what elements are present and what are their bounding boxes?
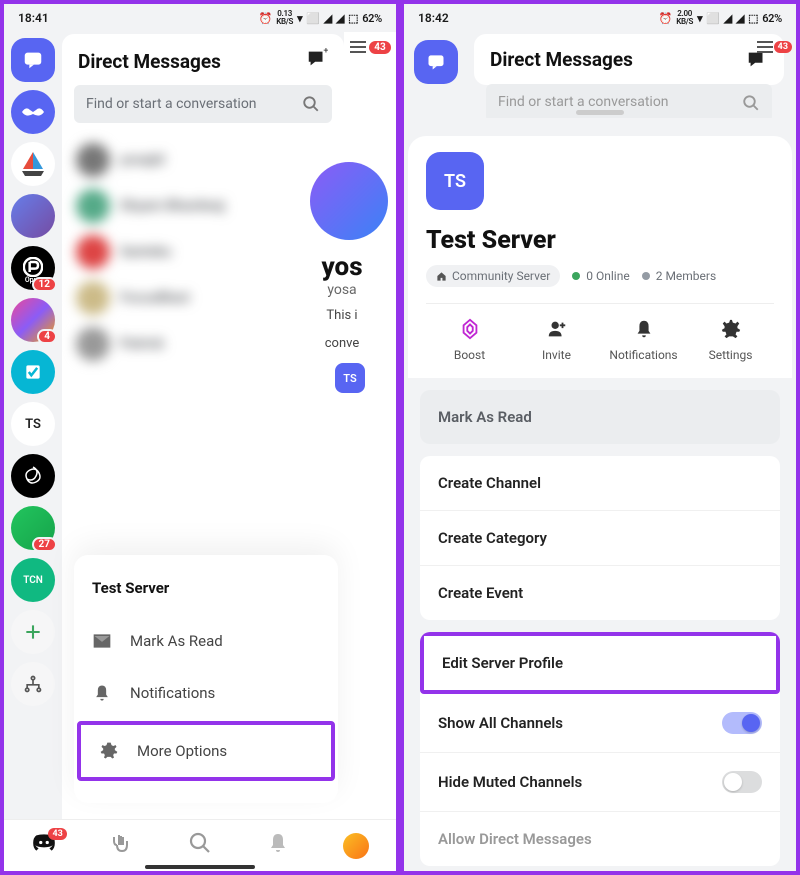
new-message-icon: + xyxy=(306,48,328,70)
clock: 18:42 xyxy=(418,11,449,25)
home-icon xyxy=(436,271,447,282)
search-icon xyxy=(742,94,760,112)
bell-icon xyxy=(266,831,290,855)
bottom-tab-bar: 43 xyxy=(4,819,396,871)
server-icon-ts[interactable]: TS xyxy=(11,402,55,446)
hierarchy-icon xyxy=(23,674,43,694)
server-icon-opus[interactable]: Opus 12 xyxy=(11,246,55,290)
status-icons: ⏰ 0.13KB/S ▾ ⬜ ◢ ◢ ⬚ 62% xyxy=(259,10,382,26)
chat-icon xyxy=(22,49,44,71)
unread-badge: 12 xyxy=(32,277,57,292)
menu-icon xyxy=(349,40,367,54)
bg-search: Find or start a conversation xyxy=(486,84,772,122)
check-icon xyxy=(23,362,43,382)
tab-friends[interactable] xyxy=(110,831,134,860)
server-icon[interactable]: 4 xyxy=(11,298,55,342)
community-tag: Community Server xyxy=(426,265,560,287)
bg-dm-tab xyxy=(414,40,458,84)
invite-button[interactable]: Invite xyxy=(513,304,600,378)
server-icon[interactable]: 27 xyxy=(11,506,55,550)
server-icon[interactable] xyxy=(11,90,55,134)
menu-edit-server-profile[interactable]: Edit Server Profile xyxy=(424,636,776,690)
server-context-menu: Test Server Mark As Read Notifications M… xyxy=(74,555,338,803)
menu-button[interactable]: 43 xyxy=(349,40,390,54)
server-icon[interactable] xyxy=(11,454,55,498)
toggle-show-all[interactable] xyxy=(722,712,762,734)
avatar xyxy=(343,833,369,859)
tab-notifications[interactable] xyxy=(266,831,290,860)
status-icons: ⏰ 2.00KB/S ▾⬜◢◢⬚ 62% xyxy=(659,10,782,26)
lte-icon: ⬜ xyxy=(306,12,319,25)
settings-button[interactable]: Settings xyxy=(687,304,774,378)
server-icon: TS xyxy=(426,152,484,210)
bg-dm-header: Direct Messages xyxy=(474,34,784,85)
menu-create-category[interactable]: Create Category xyxy=(420,510,780,565)
hub-button[interactable] xyxy=(11,662,55,706)
home-indicator xyxy=(145,865,255,869)
dm-list-blurred: yosajid Shyam Bhardwaj Santoku FocusBlas… xyxy=(62,133,344,371)
battery-percent: 62% xyxy=(362,12,382,25)
signal-icon: ◢ xyxy=(336,12,344,25)
p-icon xyxy=(23,257,43,277)
server-icon[interactable] xyxy=(11,350,55,394)
dm-title: Direct Messages xyxy=(78,50,221,73)
menu-show-all-channels[interactable]: Show All Channels xyxy=(420,694,780,752)
add-server-button[interactable] xyxy=(11,610,55,654)
boost-button[interactable]: Boost xyxy=(426,304,513,378)
server-icon[interactable] xyxy=(11,194,55,238)
sheet-handle[interactable] xyxy=(576,110,624,115)
search-icon xyxy=(188,831,212,855)
chat-icon xyxy=(426,52,446,72)
server-settings-sheet: TS Test Server Community Server 0 Online… xyxy=(408,118,792,867)
envelope-icon xyxy=(92,631,112,651)
menu-allow-dm[interactable]: Allow Direct Messages xyxy=(420,811,780,866)
peek-panel: 43 yos yosa This i conve TS xyxy=(344,32,396,819)
toggle-hide-muted[interactable] xyxy=(722,771,762,793)
action-row: Boost Invite Notifications Settings xyxy=(426,303,774,378)
menu-create-channel[interactable]: Create Channel xyxy=(420,456,780,510)
context-title: Test Server xyxy=(74,567,338,615)
new-dm-button[interactable]: + xyxy=(306,48,328,75)
server-rail: Opus 12 4 TS 27 TCN xyxy=(4,32,62,819)
knot-icon xyxy=(21,464,45,488)
invite-icon xyxy=(546,318,568,340)
unread-badge: 27 xyxy=(32,537,57,552)
menu-more-options[interactable]: More Options xyxy=(81,725,331,777)
bell-icon xyxy=(633,318,655,340)
search-input[interactable]: Find or start a conversation xyxy=(74,85,332,123)
boost-icon xyxy=(459,318,481,340)
unread-badge: 4 xyxy=(37,329,57,344)
tab-home[interactable]: 43 xyxy=(31,830,57,861)
menu-create-event[interactable]: Create Event xyxy=(420,565,780,620)
clock: 18:41 xyxy=(18,11,49,25)
dm-tab[interactable] xyxy=(11,38,55,82)
tab-search[interactable] xyxy=(188,831,212,860)
mustache-icon xyxy=(20,106,46,118)
status-bar: 18:42 ⏰ 2.00KB/S ▾⬜◢◢⬚ 62% xyxy=(404,4,796,32)
signal-icon: ◢ xyxy=(324,12,332,25)
wifi-icon: ▾ xyxy=(297,12,302,25)
server-icon[interactable] xyxy=(11,142,55,186)
menu-mark-read[interactable]: Mark As Read xyxy=(74,615,338,667)
search-icon xyxy=(302,95,320,113)
wave-icon xyxy=(110,831,134,855)
menu-hide-muted[interactable]: Hide Muted Channels xyxy=(420,752,780,811)
gear-icon xyxy=(720,318,742,340)
svg-text:+: + xyxy=(323,48,328,57)
server-icon-tcn[interactable]: TCN xyxy=(11,558,55,602)
notifications-button[interactable]: Notifications xyxy=(600,304,687,378)
menu-notifications[interactable]: Notifications xyxy=(74,667,338,719)
sailboat-icon xyxy=(18,149,48,179)
gear-icon xyxy=(99,741,119,761)
tab-profile[interactable] xyxy=(343,833,369,859)
server-name: Test Server xyxy=(426,226,774,255)
server-meta: Community Server 0 Online 2 Members xyxy=(426,265,774,287)
menu-mark-as-read[interactable]: Mark As Read xyxy=(420,390,780,444)
plus-icon xyxy=(23,622,43,642)
bell-icon xyxy=(92,683,112,703)
status-bar: 18:41 ⏰ 0.13KB/S ▾ ⬜ ◢ ◢ ⬚ 62% xyxy=(4,4,396,32)
bg-menu-badge: 43 xyxy=(756,40,792,54)
